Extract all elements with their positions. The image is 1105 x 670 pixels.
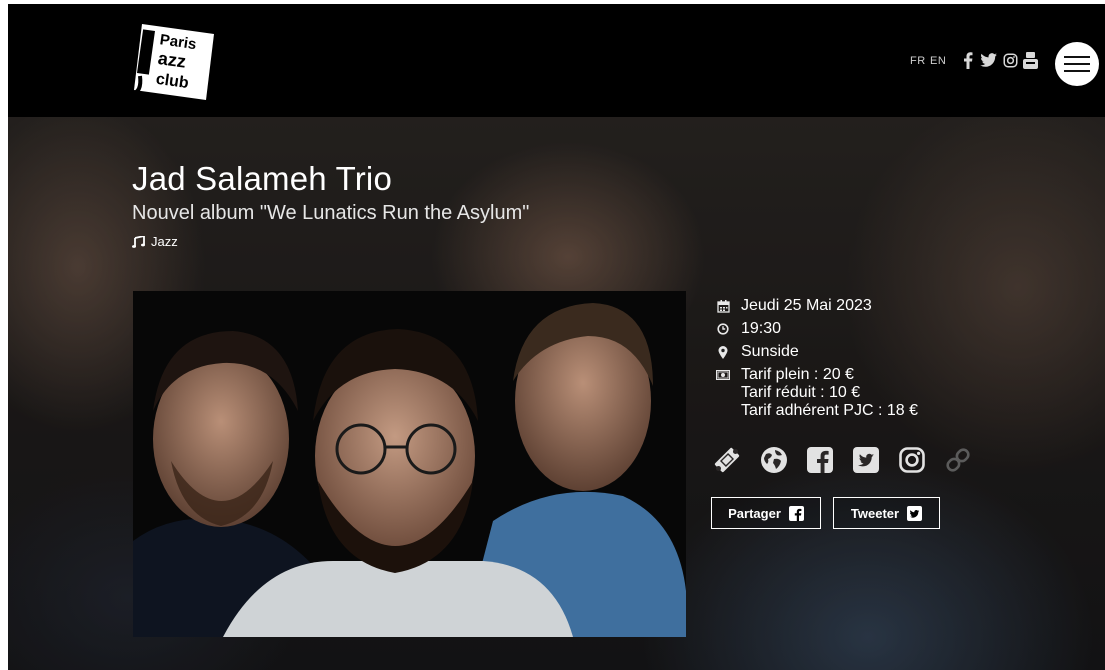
- event-date-row: Jeudi 25 Mai 2023: [716, 297, 872, 315]
- event-date: Jeudi 25 Mai 2023: [741, 297, 872, 314]
- paris-jazz-club-logo[interactable]: Paris azz club: [130, 20, 216, 102]
- youtube-icon[interactable]: [1021, 51, 1039, 69]
- price-full: Tarif plein : 20 €: [741, 366, 854, 383]
- hamburger-icon: [1064, 56, 1090, 72]
- share-facebook-label: Partager: [728, 505, 781, 521]
- instagram-outline-icon[interactable]: [896, 444, 928, 476]
- svg-text:azz: azz: [157, 48, 188, 72]
- share-twitter-button[interactable]: Tweeter: [833, 497, 940, 529]
- event-photo: [133, 291, 686, 637]
- price-reduced: Tarif réduit : 10 €: [741, 384, 861, 401]
- twitter-square-small-icon: [907, 505, 923, 521]
- lang-fr-link[interactable]: FR: [910, 55, 926, 67]
- music-note-icon: [132, 235, 145, 248]
- clock-icon: [716, 322, 730, 336]
- menu-button[interactable]: [1055, 42, 1099, 86]
- event-genre: Jazz: [132, 234, 178, 249]
- price-list: Tarif plein : 20 € Tarif réduit : 10 € T…: [741, 366, 918, 420]
- share-facebook-button[interactable]: Partager: [711, 497, 821, 529]
- event-venue: Sunside: [741, 343, 799, 360]
- link-icon[interactable]: [942, 444, 974, 476]
- event-hero: Jad Salameh Trio Nouvel album "We Lunati…: [8, 117, 1105, 670]
- share-twitter-label: Tweeter: [850, 505, 900, 521]
- twitter-icon[interactable]: [979, 51, 997, 69]
- event-time: 19:30: [741, 320, 782, 337]
- facebook-square-icon[interactable]: [804, 444, 836, 476]
- facebook-square-small-icon: [788, 505, 804, 521]
- twitter-square-icon[interactable]: [850, 444, 882, 476]
- page-frame: Paris azz club FR EN Jad Salameh Trio No…: [8, 4, 1105, 670]
- event-time-row: 19:30: [716, 320, 781, 338]
- event-subtitle: Nouvel album "We Lunatics Run the Asylum…: [132, 202, 530, 224]
- event-prices-row: Tarif plein : 20 € Tarif réduit : 10 € T…: [716, 366, 918, 420]
- instagram-icon[interactable]: [1001, 51, 1019, 69]
- genre-label: Jazz: [151, 234, 178, 249]
- globe-icon[interactable]: [758, 444, 790, 476]
- facebook-icon[interactable]: [959, 51, 977, 69]
- calendar-icon: [716, 299, 730, 313]
- money-icon: [716, 368, 730, 382]
- site-header: Paris azz club FR EN: [8, 4, 1105, 117]
- event-title: Jad Salameh Trio: [132, 160, 392, 197]
- lang-en-link[interactable]: EN: [930, 55, 946, 67]
- event-venue-row: Sunside: [716, 343, 799, 361]
- ticket-icon[interactable]: [711, 444, 743, 476]
- price-member: Tarif adhérent PJC : 18 €: [741, 402, 918, 419]
- map-marker-icon: [716, 345, 730, 359]
